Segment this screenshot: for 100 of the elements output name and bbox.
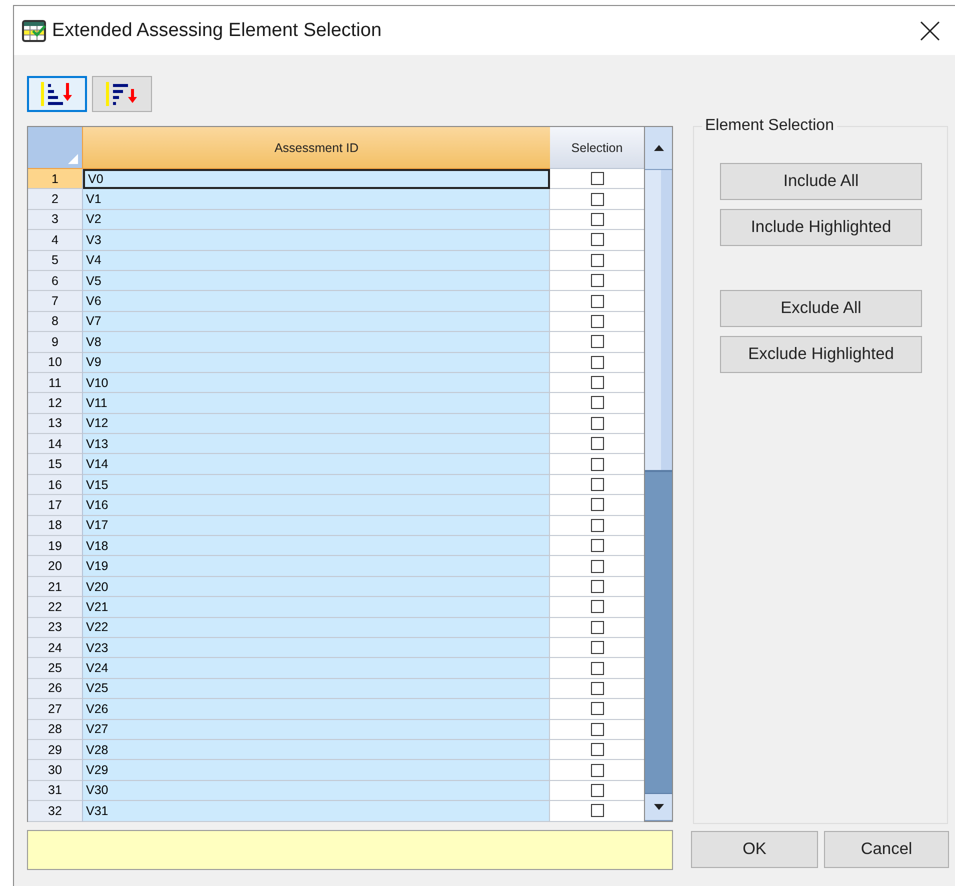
row-number[interactable]: 26 [28,678,83,700]
table-cell: V14 [83,454,550,475]
checkbox[interactable] [590,682,604,695]
table-cell: V13 [83,434,550,454]
row-number[interactable]: 8 [28,312,83,332]
row-number[interactable]: 32 [28,801,83,822]
checkbox[interactable] [590,314,604,328]
checkbox[interactable] [590,458,604,471]
dialog-button[interactable]: Cancel [824,831,949,868]
close-icon[interactable] [919,20,941,42]
table-cell: V16 [83,495,550,516]
checkbox[interactable] [590,437,604,450]
row-number[interactable]: 5 [28,250,83,271]
table-cell: V6 [83,291,550,312]
row-number[interactable]: 2 [28,189,83,210]
sort-button[interactable] [92,76,152,112]
row-number[interactable]: 11 [28,372,83,394]
action-button[interactable]: Include Highlighted [720,209,922,246]
table-cell: V30 [83,780,550,802]
row-number[interactable]: 25 [28,658,83,679]
checkbox[interactable] [590,518,604,532]
scrollbar[interactable] [644,127,672,821]
row-number[interactable]: 13 [28,414,83,434]
table-cell: V21 [83,597,550,618]
row-number[interactable]: 19 [28,536,83,556]
row-number[interactable]: 16 [28,474,83,496]
dialog-button[interactable]: OK [691,831,818,868]
checkbox[interactable] [590,212,604,226]
checkbox[interactable] [590,172,604,186]
table-cell: V0 [83,169,550,190]
row-number[interactable]: 28 [28,720,83,740]
scroll-down-icon[interactable] [654,804,664,810]
checkbox[interactable] [590,233,604,246]
checkbox[interactable] [590,254,604,267]
row-number[interactable]: 23 [28,618,83,638]
action-button[interactable]: Include All [720,163,922,200]
row-number[interactable]: 31 [28,780,83,802]
table-cell: V23 [83,638,550,658]
action-button[interactable]: Exclude All [720,290,922,327]
checkbox[interactable] [590,580,604,593]
checkbox[interactable] [590,743,604,756]
row-number[interactable]: 27 [28,699,83,720]
table-check-icon [22,20,46,42]
checkbox[interactable] [590,620,604,634]
row-number[interactable]: 4 [28,230,83,251]
checkbox[interactable] [590,396,604,410]
table-cell: V1 [83,189,550,210]
table-cell: V3 [83,230,550,251]
row-number[interactable]: 7 [28,291,83,312]
checkbox[interactable] [590,376,604,390]
row-number[interactable]: 14 [28,434,83,454]
row-number[interactable]: 21 [28,576,83,598]
scroll-up-icon[interactable] [654,145,664,151]
row-number[interactable]: 24 [28,638,83,658]
column-header[interactable]: Assessment ID [83,127,550,169]
checkbox[interactable] [590,600,604,614]
row-number[interactable]: 1 [28,169,83,190]
checkbox[interactable] [590,702,604,716]
row-number[interactable]: 30 [28,760,83,781]
table-cell: V18 [83,536,550,556]
row-number[interactable]: 10 [28,352,83,373]
checkbox[interactable] [590,498,604,512]
sort-descending-icon [104,81,140,107]
table-cell: V2 [83,210,550,230]
table-cell: V28 [83,740,550,760]
row-number[interactable]: 3 [28,210,83,230]
window-title: Extended Assessing Element Selection [52,20,383,42]
row-number[interactable]: 15 [28,454,83,475]
checkbox[interactable] [590,478,604,492]
checkbox[interactable] [590,356,604,369]
checkbox[interactable] [590,192,604,206]
table-cell: V5 [83,270,550,292]
checkbox[interactable] [590,722,604,736]
checkbox[interactable] [590,539,604,552]
checkbox[interactable] [590,784,604,797]
checkbox[interactable] [590,335,604,348]
table-cell: V20 [83,576,550,598]
column-header[interactable]: Selection [550,127,644,169]
row-number[interactable]: 29 [28,740,83,760]
checkbox[interactable] [590,764,604,777]
table-cell: V17 [83,516,550,536]
table-cell: V19 [83,556,550,577]
checkbox[interactable] [590,662,604,675]
row-number[interactable]: 6 [28,270,83,292]
checkbox[interactable] [590,294,604,308]
row-number[interactable]: 20 [28,556,83,577]
row-number[interactable]: 12 [28,393,83,414]
checkbox[interactable] [590,274,604,288]
row-number[interactable]: 18 [28,516,83,536]
sort-button[interactable] [27,76,87,112]
row-number[interactable]: 9 [28,332,83,353]
checkbox[interactable] [590,804,604,818]
action-button[interactable]: Exclude Highlighted [720,336,922,373]
checkbox[interactable] [590,416,604,430]
table-cell: V10 [83,372,550,394]
row-number[interactable]: 17 [28,495,83,516]
checkbox[interactable] [590,641,604,654]
checkbox[interactable] [590,560,604,573]
table-cell: V8 [83,332,550,353]
row-number[interactable]: 22 [28,597,83,618]
